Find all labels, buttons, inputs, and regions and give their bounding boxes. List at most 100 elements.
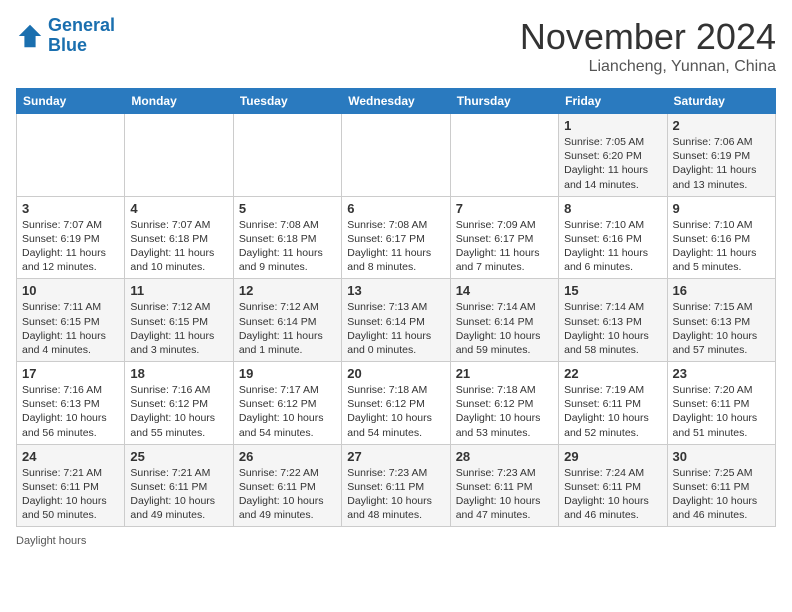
calendar-day-header: Sunday	[17, 89, 125, 114]
day-info: Sunrise: 7:18 AMSunset: 6:12 PMDaylight:…	[347, 383, 444, 440]
calendar-cell: 5 Sunrise: 7:08 AMSunset: 6:18 PMDaylight…	[233, 196, 341, 279]
calendar-cell	[233, 114, 341, 197]
day-number: 1	[564, 118, 661, 133]
day-info: Sunrise: 7:16 AMSunset: 6:12 PMDaylight:…	[130, 383, 227, 440]
day-info: Sunrise: 7:08 AMSunset: 6:17 PMDaylight:…	[347, 218, 444, 275]
calendar-cell: 8 Sunrise: 7:10 AMSunset: 6:16 PMDaylight…	[559, 196, 667, 279]
day-info: Sunrise: 7:14 AMSunset: 6:14 PMDaylight:…	[456, 300, 553, 357]
day-number: 13	[347, 283, 444, 298]
day-info: Sunrise: 7:10 AMSunset: 6:16 PMDaylight:…	[673, 218, 770, 275]
logo-text: General Blue	[48, 16, 115, 56]
day-info: Sunrise: 7:12 AMSunset: 6:15 PMDaylight:…	[130, 300, 227, 357]
day-number: 14	[456, 283, 553, 298]
calendar-cell: 30 Sunrise: 7:25 AMSunset: 6:11 PMDayligh…	[667, 444, 775, 527]
day-info: Sunrise: 7:05 AMSunset: 6:20 PMDaylight:…	[564, 135, 661, 192]
day-number: 4	[130, 201, 227, 216]
day-info: Sunrise: 7:17 AMSunset: 6:12 PMDaylight:…	[239, 383, 336, 440]
day-number: 27	[347, 449, 444, 464]
day-number: 11	[130, 283, 227, 298]
day-info: Sunrise: 7:07 AMSunset: 6:19 PMDaylight:…	[22, 218, 119, 275]
calendar-cell: 13Sunrise: 7:13 AMSunset: 6:14 PMDayligh…	[342, 279, 450, 362]
day-number: 23	[673, 366, 770, 381]
day-number: 18	[130, 366, 227, 381]
footer: Daylight hours	[16, 535, 776, 547]
calendar-cell: 29Sunrise: 7:24 AMSunset: 6:11 PMDayligh…	[559, 444, 667, 527]
day-info: Sunrise: 7:08 AMSunset: 6:18 PMDaylight:…	[239, 218, 336, 275]
calendar-cell: 28Sunrise: 7:23 AMSunset: 6:11 PMDayligh…	[450, 444, 558, 527]
day-number: 9	[673, 201, 770, 216]
calendar-cell: 20 Sunrise: 7:18 AMSunset: 6:12 PMDayligh…	[342, 362, 450, 445]
day-info: Sunrise: 7:10 AMSunset: 6:16 PMDaylight:…	[564, 218, 661, 275]
calendar-cell: 17 Sunrise: 7:16 AMSunset: 6:13 PMDayligh…	[17, 362, 125, 445]
calendar-day-header: Tuesday	[233, 89, 341, 114]
month-title: November 2024	[520, 16, 776, 58]
calendar-cell: 14 Sunrise: 7:14 AMSunset: 6:14 PMDayligh…	[450, 279, 558, 362]
page-header: General Blue November 2024 Liancheng, Yu…	[16, 16, 776, 76]
calendar-cell: 22 Sunrise: 7:19 AMSunset: 6:11 PMDayligh…	[559, 362, 667, 445]
calendar-cell: 9 Sunrise: 7:10 AMSunset: 6:16 PMDaylight…	[667, 196, 775, 279]
day-info: Sunrise: 7:18 AMSunset: 6:12 PMDaylight:…	[456, 383, 553, 440]
day-number: 22	[564, 366, 661, 381]
day-number: 30	[673, 449, 770, 464]
day-number: 15	[564, 283, 661, 298]
calendar-cell: 21 Sunrise: 7:18 AMSunset: 6:12 PMDayligh…	[450, 362, 558, 445]
day-number: 25	[130, 449, 227, 464]
calendar-cell: 11 Sunrise: 7:12 AMSunset: 6:15 PMDayligh…	[125, 279, 233, 362]
calendar-cell: 12Sunrise: 7:12 AMSunset: 6:14 PMDayligh…	[233, 279, 341, 362]
calendar-cell	[342, 114, 450, 197]
day-number: 16	[673, 283, 770, 298]
day-number: 7	[456, 201, 553, 216]
day-info: Sunrise: 7:11 AMSunset: 6:15 PMDaylight:…	[22, 300, 119, 357]
calendar-cell: 16 Sunrise: 7:15 AMSunset: 6:13 PMDayligh…	[667, 279, 775, 362]
day-info: Sunrise: 7:23 AMSunset: 6:11 PMDaylight:…	[347, 466, 444, 523]
calendar-week-row: 17 Sunrise: 7:16 AMSunset: 6:13 PMDayligh…	[17, 362, 776, 445]
calendar-week-row: 10 Sunrise: 7:11 AMSunset: 6:15 PMDayligh…	[17, 279, 776, 362]
logo: General Blue	[16, 16, 115, 56]
calendar-cell: 1 Sunrise: 7:05 AMSunset: 6:20 PMDaylight…	[559, 114, 667, 197]
day-number: 17	[22, 366, 119, 381]
day-info: Sunrise: 7:14 AMSunset: 6:13 PMDaylight:…	[564, 300, 661, 357]
logo-line2: Blue	[48, 35, 87, 55]
location: Liancheng, Yunnan, China	[520, 58, 776, 76]
daylight-label: Daylight hours	[16, 535, 86, 547]
calendar-cell	[125, 114, 233, 197]
day-number: 10	[22, 283, 119, 298]
day-number: 19	[239, 366, 336, 381]
calendar-week-row: 24Sunrise: 7:21 AMSunset: 6:11 PMDayligh…	[17, 444, 776, 527]
calendar-header-row: SundayMondayTuesdayWednesdayThursdayFrid…	[17, 89, 776, 114]
day-number: 20	[347, 366, 444, 381]
logo-line1: General	[48, 15, 115, 35]
calendar-day-header: Monday	[125, 89, 233, 114]
day-info: Sunrise: 7:06 AMSunset: 6:19 PMDaylight:…	[673, 135, 770, 192]
calendar-day-header: Saturday	[667, 89, 775, 114]
calendar-cell: 27 Sunrise: 7:23 AMSunset: 6:11 PMDayligh…	[342, 444, 450, 527]
day-info: Sunrise: 7:20 AMSunset: 6:11 PMDaylight:…	[673, 383, 770, 440]
day-info: Sunrise: 7:23 AMSunset: 6:11 PMDaylight:…	[456, 466, 553, 523]
day-number: 24	[22, 449, 119, 464]
calendar-cell: 25Sunrise: 7:21 AMSunset: 6:11 PMDayligh…	[125, 444, 233, 527]
calendar-cell: 10 Sunrise: 7:11 AMSunset: 6:15 PMDayligh…	[17, 279, 125, 362]
calendar-cell: 18 Sunrise: 7:16 AMSunset: 6:12 PMDayligh…	[125, 362, 233, 445]
calendar-cell: 15 Sunrise: 7:14 AMSunset: 6:13 PMDayligh…	[559, 279, 667, 362]
day-info: Sunrise: 7:07 AMSunset: 6:18 PMDaylight:…	[130, 218, 227, 275]
day-number: 8	[564, 201, 661, 216]
calendar-cell: 6 Sunrise: 7:08 AMSunset: 6:17 PMDaylight…	[342, 196, 450, 279]
day-info: Sunrise: 7:25 AMSunset: 6:11 PMDaylight:…	[673, 466, 770, 523]
calendar-cell: 2 Sunrise: 7:06 AMSunset: 6:19 PMDaylight…	[667, 114, 775, 197]
day-number: 5	[239, 201, 336, 216]
day-number: 29	[564, 449, 661, 464]
day-number: 2	[673, 118, 770, 133]
day-info: Sunrise: 7:15 AMSunset: 6:13 PMDaylight:…	[673, 300, 770, 357]
calendar-cell: 3Sunrise: 7:07 AMSunset: 6:19 PMDaylight…	[17, 196, 125, 279]
calendar-cell: 26Sunrise: 7:22 AMSunset: 6:11 PMDayligh…	[233, 444, 341, 527]
day-info: Sunrise: 7:16 AMSunset: 6:13 PMDaylight:…	[22, 383, 119, 440]
calendar-day-header: Wednesday	[342, 89, 450, 114]
day-number: 21	[456, 366, 553, 381]
calendar-cell: 4 Sunrise: 7:07 AMSunset: 6:18 PMDaylight…	[125, 196, 233, 279]
day-number: 6	[347, 201, 444, 216]
day-info: Sunrise: 7:19 AMSunset: 6:11 PMDaylight:…	[564, 383, 661, 440]
title-block: November 2024 Liancheng, Yunnan, China	[520, 16, 776, 76]
day-info: Sunrise: 7:22 AMSunset: 6:11 PMDaylight:…	[239, 466, 336, 523]
calendar-week-row: 3Sunrise: 7:07 AMSunset: 6:19 PMDaylight…	[17, 196, 776, 279]
calendar-cell	[17, 114, 125, 197]
